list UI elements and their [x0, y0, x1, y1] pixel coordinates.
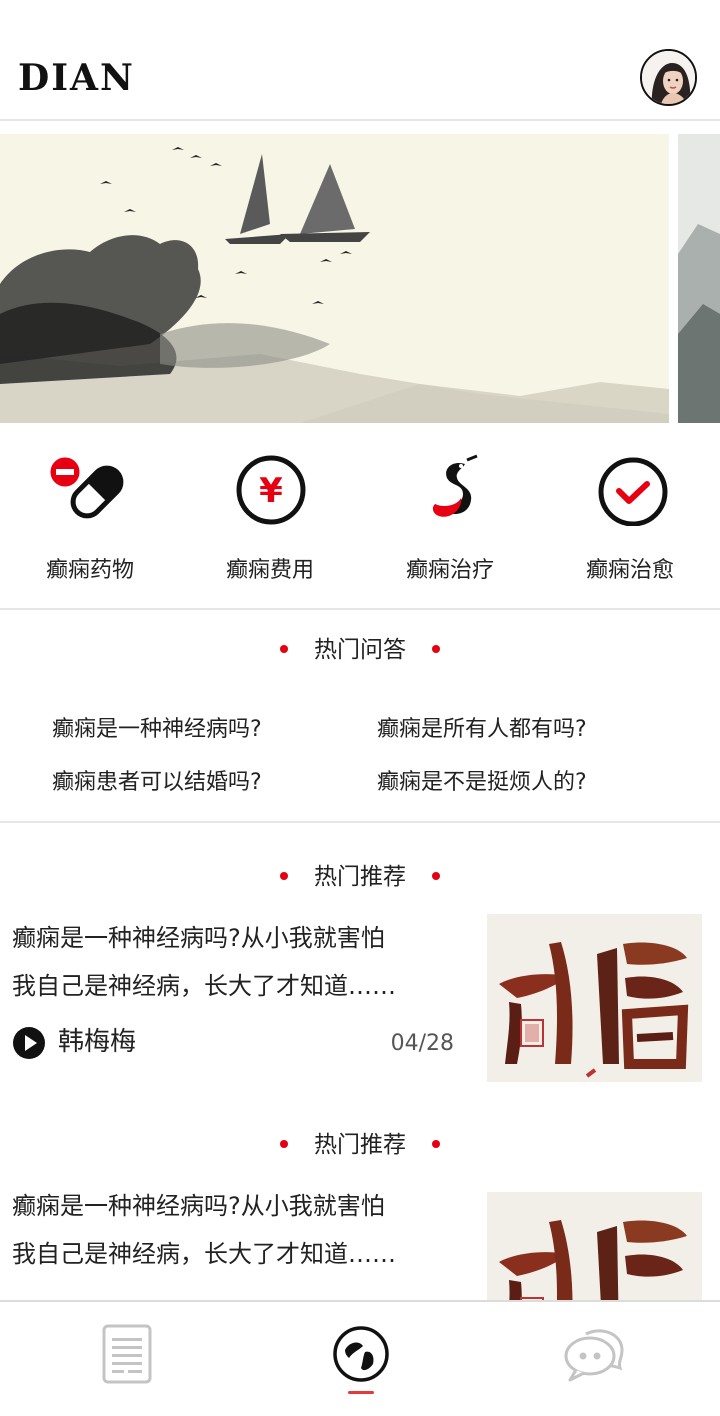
banner-slide[interactable]	[0, 134, 669, 423]
category-label: 癫痫药物	[45, 558, 134, 583]
article-meta: 韩梅梅 04/28	[12, 1022, 454, 1062]
avatar-portrait	[642, 51, 695, 104]
title-dot	[280, 871, 288, 880]
qa-item[interactable]: 癫痫是一种神经病吗?	[52, 711, 262, 743]
play-icon[interactable]	[12, 1026, 46, 1060]
category-label: 癫痫费用	[225, 558, 314, 583]
calligraphy-image	[487, 1192, 702, 1300]
list-icon	[102, 1324, 152, 1384]
category-medicine[interactable]: 癫痫药物	[0, 424, 180, 610]
article-author: 韩梅梅	[58, 1027, 137, 1057]
title-dot	[280, 1139, 288, 1148]
tab-messages[interactable]	[562, 1322, 626, 1386]
qa-item[interactable]: 癫痫患者可以结婚吗?	[52, 764, 262, 796]
app-logo[interactable]: DIAN	[18, 56, 135, 100]
yuan-icon: ¥	[225, 454, 315, 526]
svg-text:¥: ¥	[259, 471, 283, 511]
recommend-article[interactable]: 癫痫是一种神经病吗?从小我就害怕 我自己是神经病，长大了才知道…… 韩梅梅 04…	[0, 914, 720, 1084]
title-dot	[280, 644, 288, 653]
article-thumbnail[interactable]	[487, 1192, 702, 1300]
article-summary: 癫痫是一种神经病吗?从小我就害怕 我自己是神经病，长大了才知道……	[12, 924, 396, 1000]
app-header: DIAN	[0, 0, 720, 121]
section-title-recommend: 热门推荐	[0, 860, 720, 894]
chat-icon	[564, 1329, 624, 1382]
calligraphy-image	[487, 914, 702, 1082]
title-dot	[432, 871, 440, 880]
category-label: 癫痫治疗	[405, 558, 494, 583]
title-dot	[432, 1139, 440, 1148]
category-cure[interactable]: 癫痫治愈	[540, 424, 720, 610]
category-label: 癫痫治愈	[585, 558, 674, 583]
globe-icon	[333, 1326, 389, 1382]
category-treatment[interactable]: 癫痫治疗	[360, 424, 540, 610]
pill-icon	[45, 454, 135, 526]
bottom-tab-bar	[0, 1300, 720, 1416]
active-tab-indicator	[348, 1391, 374, 1394]
article-date: 04/28	[390, 1031, 454, 1056]
title-dot	[432, 644, 440, 653]
check-circle-icon	[585, 454, 675, 527]
recommend-article[interactable]: 癫痫是一种神经病吗?从小我就害怕 我自己是神经病，长大了才知道……	[0, 1182, 720, 1300]
section-title-qa: 热门问答	[0, 633, 720, 667]
category-cost[interactable]: ¥ 癫痫费用	[180, 424, 360, 610]
section-title-recommend: 热门推荐	[0, 1128, 720, 1162]
qa-item[interactable]: 癫痫是所有人都有吗?	[377, 711, 587, 743]
article-summary: 癫痫是一种神经病吗?从小我就害怕 我自己是神经病，长大了才知道……	[12, 1192, 396, 1268]
article-thumbnail[interactable]	[487, 914, 702, 1082]
tab-discover[interactable]	[329, 1322, 393, 1386]
next-slide-image	[678, 134, 720, 423]
avatar[interactable]	[640, 49, 697, 106]
tab-list[interactable]	[95, 1322, 159, 1386]
banner-next-slide[interactable]	[678, 134, 720, 423]
hot-qa-section: 热门问答 癫痫是一种神经病吗? 癫痫是所有人都有吗? 癫痫患者可以结婚吗? 癫痫…	[0, 611, 720, 823]
ink-landscape-image	[0, 134, 669, 423]
snake-icon	[405, 454, 495, 526]
qa-item[interactable]: 癫痫是不是挺烦人的?	[377, 764, 587, 796]
category-grid: 癫痫药物 ¥ 癫痫费用 癫痫治疗 癫痫治愈	[0, 424, 720, 610]
